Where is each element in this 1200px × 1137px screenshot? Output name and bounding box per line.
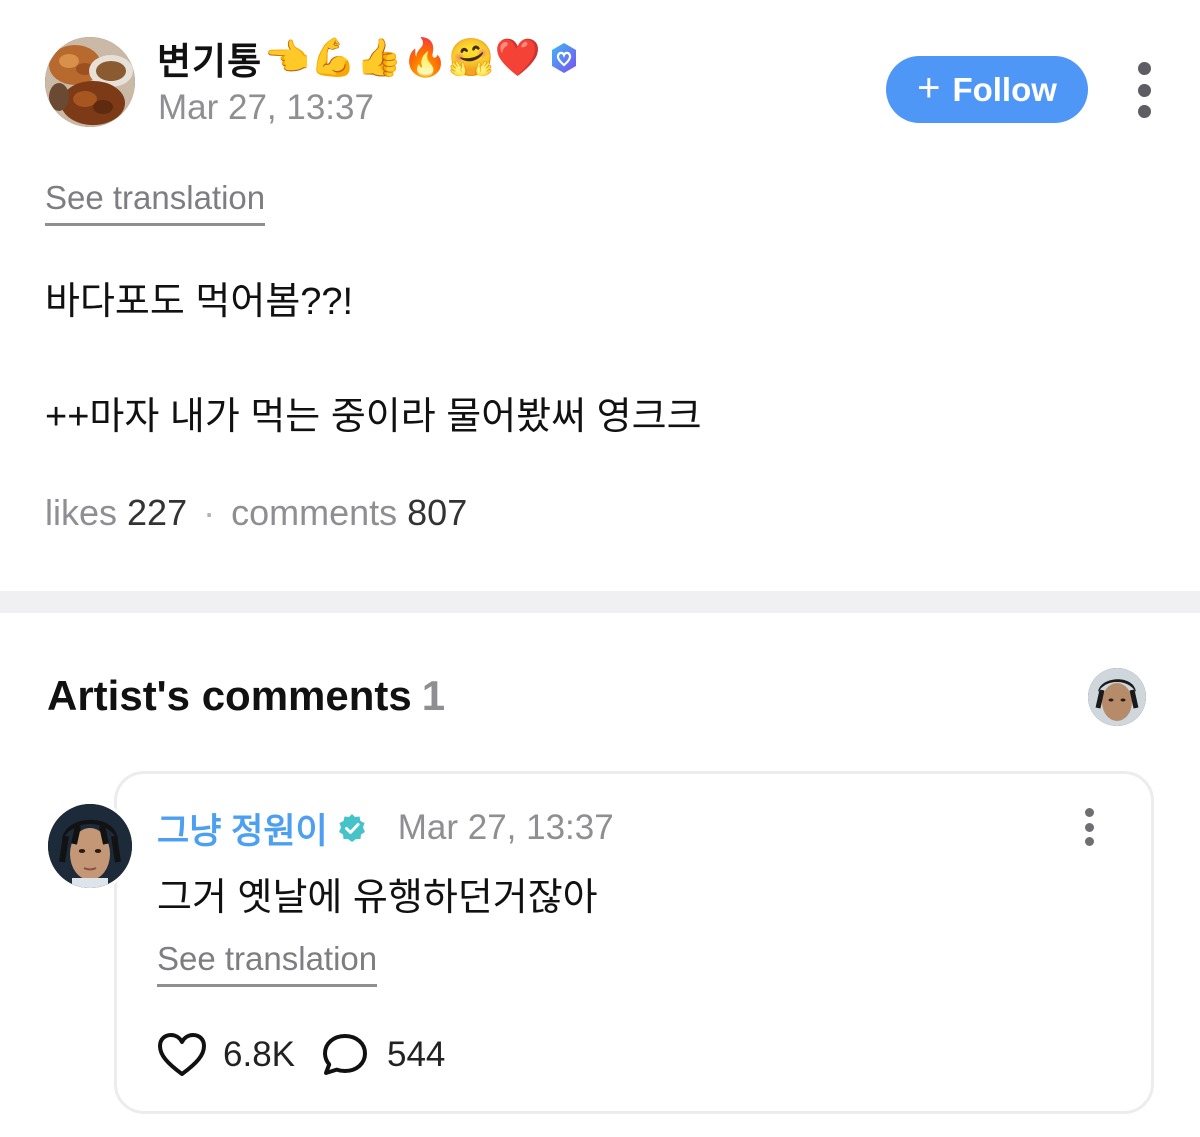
- post-body-line-1: 바다포도 먹어봄??!: [45, 281, 354, 323]
- comment-reactions: 6.8K 544: [157, 1028, 445, 1082]
- artist-comments-title: Artist's comments: [47, 672, 412, 719]
- author-name[interactable]: 변기통: [157, 31, 262, 85]
- likes-count[interactable]: 227: [127, 492, 187, 534]
- comments-count[interactable]: 807: [407, 492, 467, 534]
- commenter-row: 그냥 정원이 Mar 27, 13:37: [157, 804, 614, 852]
- comment-likes-count: 6.8K: [223, 1035, 295, 1074]
- comment-timestamp: Mar 27, 13:37: [397, 808, 614, 847]
- author-avatar[interactable]: [45, 37, 135, 127]
- comment-text: 그거 옛날에 유행하던거잖아: [157, 877, 598, 919]
- post-stats: likes 227 · comments 807: [45, 492, 467, 534]
- stats-separator: ·: [203, 492, 216, 533]
- heart-icon[interactable]: [157, 1030, 207, 1080]
- commenter-name[interactable]: 그냥 정원이: [157, 803, 328, 854]
- follow-button[interactable]: + Follow: [886, 56, 1088, 123]
- comment-replies-count: 544: [387, 1035, 446, 1074]
- comment-more-icon[interactable]: [1081, 808, 1097, 846]
- post-timestamp: Mar 27, 13:37: [158, 88, 374, 127]
- author-row: 변기통 👈💪👍🔥🤗❤️: [157, 32, 581, 84]
- comment-see-translation-link[interactable]: See translation: [157, 940, 378, 987]
- verified-heart-badge-icon: [547, 41, 581, 75]
- artist-comments-count: 1: [421, 672, 446, 719]
- section-divider: [0, 591, 1200, 613]
- likes-label: likes: [45, 492, 118, 533]
- food-photo-avatar: [45, 37, 135, 127]
- artist-comments-heading: Artist's comments 1: [47, 672, 445, 720]
- post-body-line-2: ++마자 내가 먹는 중이라 물어봤써 영크크: [45, 396, 702, 438]
- more-vertical-icon[interactable]: [1128, 62, 1160, 118]
- plus-icon: +: [917, 65, 941, 110]
- comments-label: comments: [231, 492, 398, 533]
- comment-bubble-icon[interactable]: [321, 1030, 371, 1080]
- see-translation-link[interactable]: See translation: [45, 179, 266, 226]
- author-emoji-decoration: 👈💪👍🔥🤗❤️: [264, 36, 541, 79]
- artist-verified-badge-icon: [336, 812, 368, 844]
- artist-avatar-small[interactable]: [1088, 668, 1146, 726]
- commenter-avatar[interactable]: [45, 801, 135, 891]
- follow-label: Follow: [952, 70, 1057, 108]
